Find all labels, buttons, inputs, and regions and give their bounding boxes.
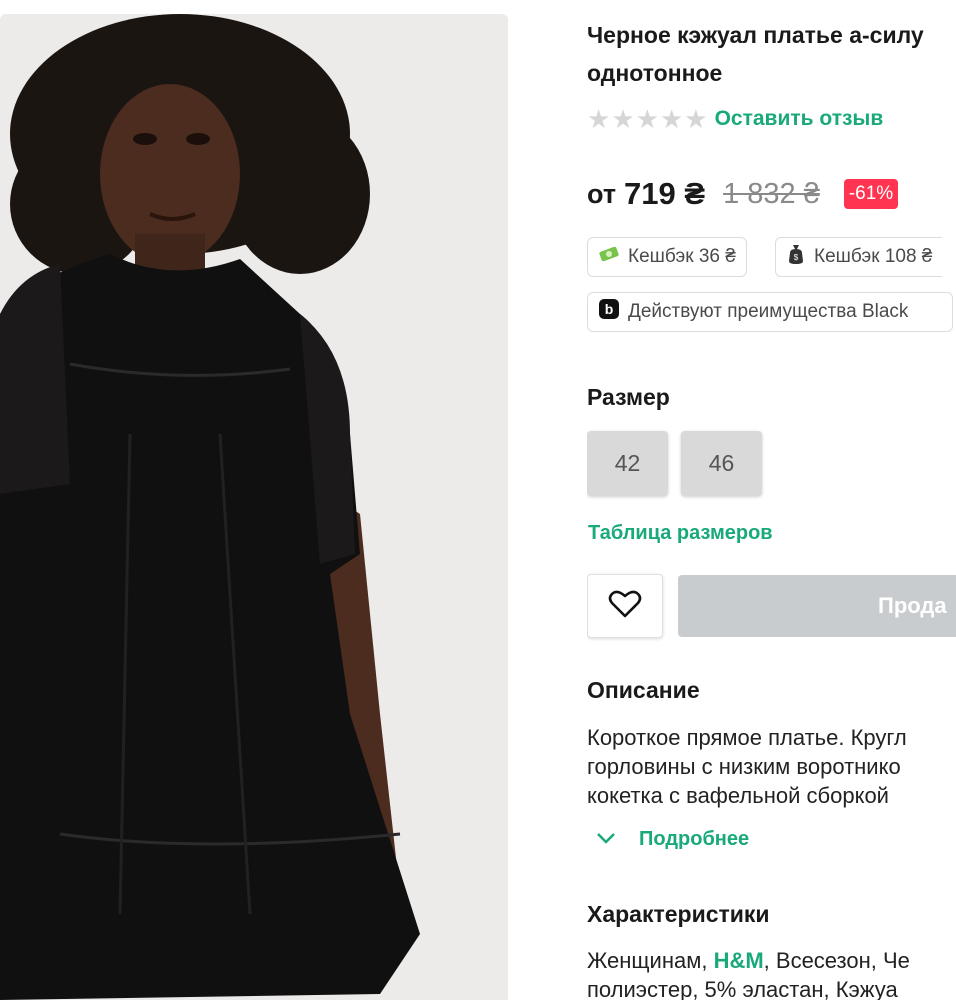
show-more-label: Подробнее — [639, 828, 750, 850]
money-bag-icon: $ — [786, 243, 806, 271]
specs-season: , Всесезон, Че — [763, 948, 910, 973]
size-table-link[interactable]: Таблица размеров — [588, 522, 773, 545]
specs-line-1: Женщинам, H&M, Всесезон, Че — [587, 946, 910, 975]
product-photo[interactable] — [0, 14, 508, 1000]
cashback-chip-1[interactable]: Кешбэк 36 ₴ — [587, 237, 747, 277]
description-heading: Описание — [587, 677, 700, 703]
description-line-2: горловины с низким воротнико — [587, 754, 901, 779]
chevron-down-icon — [595, 828, 617, 851]
black-logo-icon: b — [598, 298, 620, 326]
description-line-3: кокетка с вафельной сборкой — [587, 783, 889, 808]
cashback-chip-2-label: Кешбэк 108 ₴ — [814, 246, 933, 267]
black-benefits-label: Действуют преимущества Black — [628, 301, 909, 322]
current-price: 719 ₴ — [624, 176, 706, 211]
star-icon[interactable]: ★ — [684, 104, 707, 134]
buy-button-label: Прода — [878, 593, 947, 618]
star-icon[interactable]: ★ — [660, 104, 683, 134]
price-prefix: от — [587, 178, 617, 209]
old-price: 1 832 ₴ — [723, 177, 820, 210]
specs-category: Женщинам, — [587, 948, 714, 973]
specs-text: Женщинам, H&M, Всесезон, Че полиэстер, 5… — [587, 946, 910, 1000]
cashback-chip-1-label: Кешбэк 36 ₴ — [628, 246, 736, 267]
money-icon — [598, 245, 620, 269]
cashback-chip-2[interactable]: $ Кешбэк 108 ₴ — [775, 237, 943, 277]
rating-row: ★ ★ ★ ★ ★ Оставить отзыв — [587, 104, 883, 134]
size-option-46[interactable]: 46 — [681, 431, 762, 496]
buy-button[interactable]: Прода — [678, 575, 956, 637]
star-icon[interactable]: ★ — [611, 104, 634, 134]
brand-link[interactable]: H&M — [714, 948, 764, 973]
heart-icon — [608, 589, 642, 624]
product-title: Черное кэжуал платье а-силу однотонное — [587, 16, 956, 92]
price-row: от 719 ₴ 1 832 ₴ -61% — [587, 176, 899, 212]
black-benefits-chip[interactable]: b Действуют преимущества Black — [587, 292, 953, 332]
description-line-1: Короткое прямое платье. Кругл — [587, 725, 907, 750]
product-title-line-2: однотонное — [587, 60, 723, 86]
leave-review-link[interactable]: Оставить отзыв — [715, 107, 884, 131]
description-text: Короткое прямое платье. Кругл горловины … — [587, 723, 907, 810]
star-icon[interactable]: ★ — [636, 104, 659, 134]
svg-text:b: b — [605, 301, 614, 317]
discount-badge: -61% — [843, 179, 899, 209]
specs-heading: Характеристики — [587, 901, 770, 927]
product-info-panel: Черное кэжуал платье а-силу однотонное ★… — [587, 0, 956, 1000]
product-title-line-1: Черное кэжуал платье а-силу — [587, 22, 924, 48]
size-option-42[interactable]: 42 — [587, 431, 668, 496]
size-heading: Размер — [587, 384, 670, 410]
star-icon[interactable]: ★ — [587, 104, 610, 134]
svg-text:$: $ — [794, 253, 799, 262]
favorite-button[interactable] — [587, 574, 663, 638]
specs-line-2: полиэстер, 5% эластан, Кэжуа — [587, 977, 898, 1000]
show-more-link[interactable]: Подробнее — [595, 828, 749, 851]
